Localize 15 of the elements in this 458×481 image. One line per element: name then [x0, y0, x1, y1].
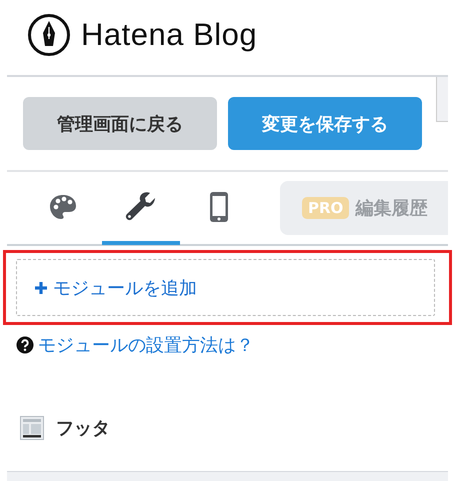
back-button[interactable]: 管理画面に戻る: [23, 97, 217, 150]
section-title: フッタ: [56, 417, 110, 440]
phone-icon: [209, 191, 229, 223]
plus-icon: [34, 280, 48, 294]
question-icon: [16, 336, 34, 354]
scrollbar[interactable]: [436, 77, 448, 122]
logo-text: Hatena Blog: [81, 16, 258, 52]
history-button[interactable]: PRO 編集履歴: [280, 181, 448, 235]
footer-layout-icon: [20, 416, 44, 440]
help-link[interactable]: モジュールの設置方法は？: [38, 333, 254, 357]
fountain-pen-logo-icon: [27, 12, 71, 56]
add-module-button[interactable]: モジュールを追加: [16, 259, 435, 316]
pro-badge: PRO: [302, 197, 350, 219]
save-button[interactable]: 変更を保存する: [228, 97, 422, 150]
palette-icon: [49, 194, 77, 220]
